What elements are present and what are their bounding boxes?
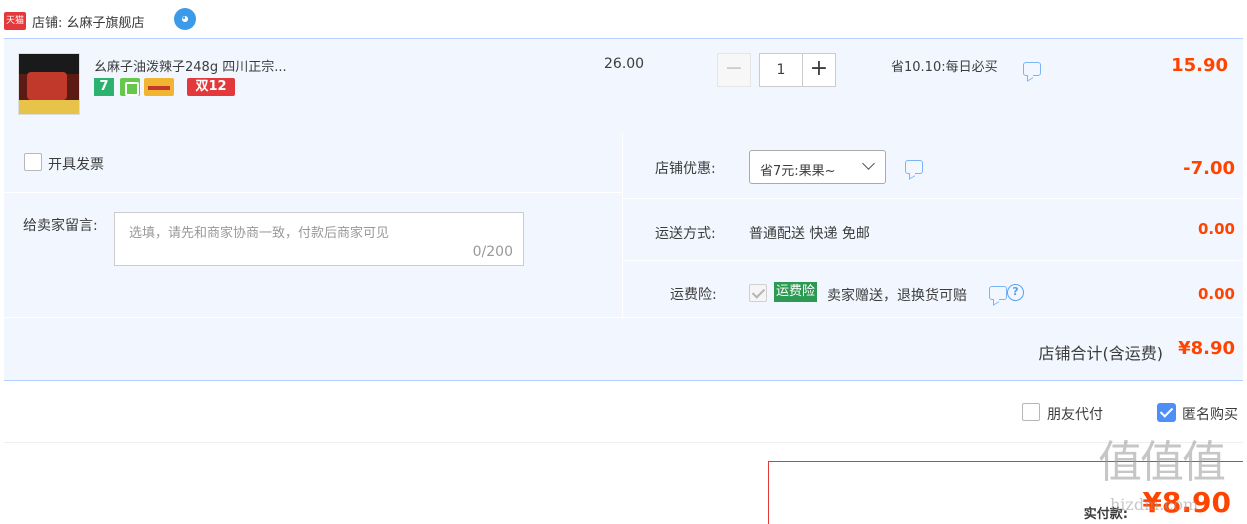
- shipping-value: 0.00: [1197, 220, 1235, 238]
- insurance-badge: 运费险: [774, 282, 818, 302]
- insurance-value: 0.00: [1197, 285, 1235, 303]
- row-divider: [623, 198, 1243, 199]
- product-thumbnail[interactable]: [18, 53, 80, 115]
- shop-total-label: 店铺合计(含运费): [1038, 344, 1164, 363]
- insurance-comment-icon[interactable]: [989, 286, 1007, 300]
- section-divider: [4, 442, 1243, 443]
- quantity-decrease-button[interactable]: −: [717, 53, 751, 87]
- product-title[interactable]: 幺麻子油泼辣子248g 四川正宗...: [94, 56, 287, 75]
- insurance-description: 卖家赠送，退换货可赔: [827, 288, 967, 304]
- shop-discount-selected: 省7元:果果~: [760, 164, 836, 179]
- invoice-checkbox[interactable]: [24, 153, 42, 171]
- invoice-label[interactable]: 开具发票: [48, 154, 104, 174]
- shop-total-value: ¥8.90: [1178, 338, 1235, 359]
- quantity-increase-button[interactable]: +: [802, 53, 836, 87]
- anonymous-purchase-label[interactable]: 匿名购买: [1182, 404, 1238, 424]
- unit-price: 26.00: [604, 56, 645, 72]
- seller-message-label: 给卖家留言:: [23, 218, 98, 234]
- column-divider: [622, 134, 623, 317]
- promotion-comment-icon[interactable]: [1023, 62, 1041, 76]
- anonymous-purchase-checkbox[interactable]: [1157, 403, 1176, 422]
- shop-total-row: 店铺合计(含运费) ¥8.90: [4, 317, 1243, 381]
- watermark-logo: 值值值: [1098, 437, 1226, 488]
- wangwang-chat-icon[interactable]: ◕: [174, 8, 196, 30]
- friend-pay-label[interactable]: 朋友代付: [1047, 404, 1103, 424]
- order-confirm-page: 天猫 店铺: 幺麻子旗舰店 ◕ 幺麻子油泼辣子248g 四川正宗... 7 双1…: [0, 0, 1247, 524]
- seven-day-return-icon: 7: [94, 78, 114, 96]
- friend-pay-checkbox[interactable]: [1022, 403, 1040, 421]
- tmall-logo: 天猫: [4, 12, 26, 30]
- chevron-down-icon: [862, 157, 875, 170]
- order-options: 开具发票 给卖家留言: 选填，请先和商家协商一致，付款后商家可见 0/200 店…: [4, 134, 1243, 381]
- discount-comment-icon[interactable]: [905, 160, 923, 174]
- shipping-method: 普通配送 快递 免邮: [749, 226, 870, 242]
- shop-discount-label: 店铺优惠:: [655, 161, 716, 177]
- order-item-row: 幺麻子油泼辣子248g 四川正宗... 7 双12 26.00 − 1 + 省1…: [4, 38, 1243, 134]
- help-icon[interactable]: ?: [1007, 284, 1024, 301]
- insurance-checkbox: [749, 284, 767, 302]
- credit-card-icon: [144, 78, 174, 96]
- watermark-url: hizdm.com: [1110, 495, 1199, 514]
- shop-discount-value: -7.00: [1183, 158, 1235, 179]
- guarantee-icon: [120, 78, 140, 96]
- item-subtotal: 15.90: [1171, 55, 1228, 76]
- item-promotion: 省10.10:每日必买: [891, 60, 998, 75]
- quantity-input[interactable]: 1: [759, 53, 803, 87]
- seller-message-input[interactable]: 选填，请先和商家协商一致，付款后商家可见 0/200: [114, 212, 524, 266]
- seller-message-placeholder: 选填，请先和商家协商一致，付款后商家可见: [129, 226, 390, 241]
- shop-name[interactable]: 店铺: 幺麻子旗舰店: [32, 12, 145, 31]
- seller-message-counter: 0/200: [472, 244, 513, 260]
- double12-badge: 双12: [187, 78, 235, 96]
- shipping-label: 运送方式:: [655, 226, 716, 242]
- shop-discount-select[interactable]: 省7元:果果~: [749, 150, 886, 184]
- row-divider: [623, 260, 1243, 261]
- insurance-label: 运费险:: [670, 287, 717, 303]
- row-divider: [4, 192, 622, 193]
